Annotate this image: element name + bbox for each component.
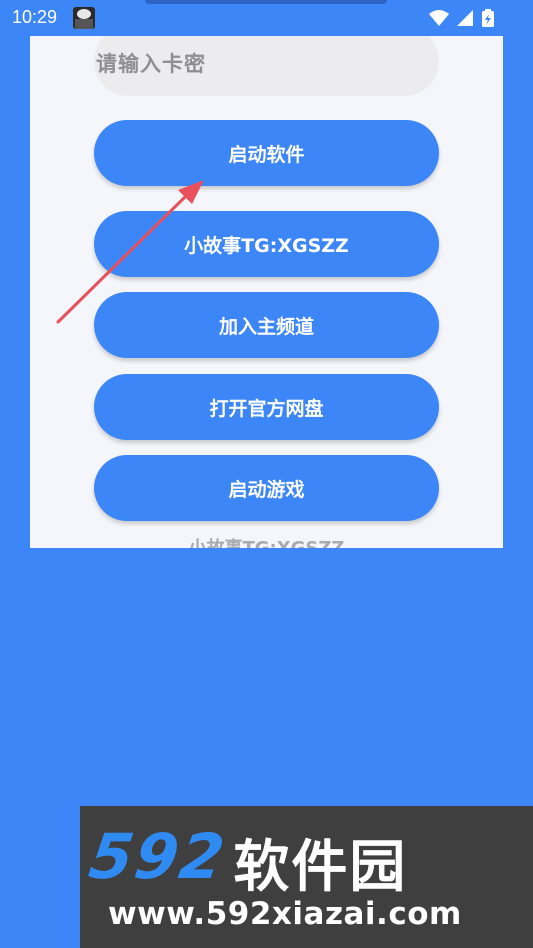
header-bar [145, 0, 387, 4]
watermark-logo: 592软件园 [85, 820, 407, 900]
battery-icon [482, 9, 494, 27]
watermark-logo-text: 软件园 [233, 835, 408, 900]
launch-game-button[interactable]: 启动游戏 [94, 455, 439, 521]
card-key-input[interactable]: 请输入卡密 [94, 36, 439, 96]
signal-icon [457, 10, 473, 26]
footer-text: 小故事TG:XGSZZ [30, 534, 503, 548]
status-time: 10:29 [12, 7, 58, 27]
open-drive-button[interactable]: 打开官方网盘 [94, 374, 439, 440]
launch-software-button[interactable]: 启动软件 [94, 120, 439, 186]
status-icons [427, 8, 497, 28]
wifi-icon [429, 10, 449, 26]
watermark-logo-number: 592 [84, 820, 231, 893]
watermark-banner: 592软件园 www.592xiazai.com [80, 806, 533, 948]
join-channel-button[interactable]: 加入主频道 [94, 292, 439, 358]
game-avatar-icon [73, 7, 95, 29]
watermark-url: www.592xiazai.com [108, 896, 462, 932]
status-bar: 10:29 [0, 0, 533, 36]
card-key-placeholder: 请输入卡密 [96, 52, 206, 76]
story-tg-button[interactable]: 小故事TG:XGSZZ [94, 211, 439, 277]
main-panel: 请输入卡密 启动软件 小故事TG:XGSZZ 加入主频道 打开官方网盘 启动游戏… [30, 36, 503, 548]
